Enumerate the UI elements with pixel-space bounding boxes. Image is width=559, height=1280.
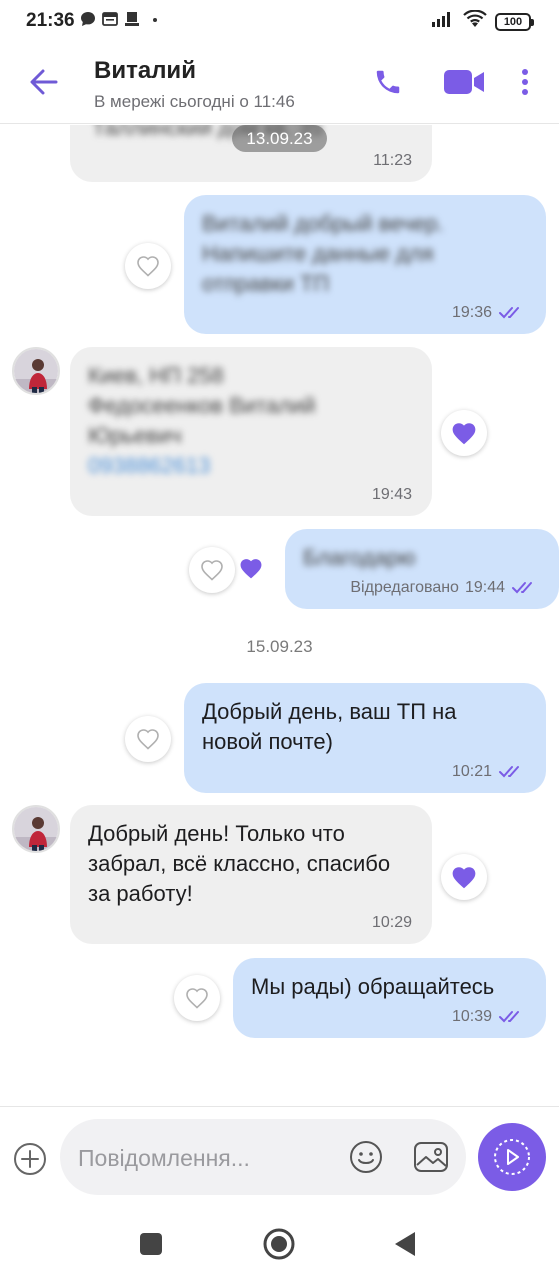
home-button[interactable]	[259, 1224, 299, 1264]
video-call-button[interactable]	[440, 62, 488, 102]
signal-icon	[431, 10, 455, 33]
double-check-icon	[499, 307, 519, 319]
heart-outline-icon	[137, 729, 159, 750]
system-nav-bar	[0, 1206, 559, 1280]
message-time: 11:23	[373, 152, 412, 169]
avatar-image	[14, 807, 58, 851]
home-circle-icon	[263, 1228, 295, 1260]
call-button[interactable]	[366, 62, 410, 102]
message-text: Добрый день, ваш ТП на новой почте)	[202, 699, 457, 754]
message-time: 19:43	[371, 486, 412, 503]
like-button-active[interactable]	[441, 410, 487, 456]
phone-link[interactable]: 0938862613	[88, 451, 414, 481]
presence-status: В мережі сьогодні о 11:46	[94, 92, 295, 111]
heart-outline-icon	[186, 988, 208, 1009]
message-time: 10:39	[451, 1008, 492, 1025]
heart-outline-icon	[201, 560, 223, 581]
message-bubble-outgoing[interactable]: Благодарю Відредаговано 19:44	[285, 529, 559, 609]
message-list[interactable]: Таллинский дом кв. 35 11:23 13.09.23 Вит…	[0, 125, 559, 1105]
date-separator: 15.09.23	[246, 637, 313, 656]
arrow-left-icon	[30, 69, 58, 95]
heart-filled-icon	[240, 558, 262, 578]
message-field[interactable]	[60, 1119, 466, 1195]
message-time: 10:29	[371, 914, 412, 931]
back-button[interactable]	[24, 62, 64, 102]
status-bar: 21:36 100	[0, 0, 559, 42]
message-time: 10:21	[451, 763, 492, 780]
recent-apps-button[interactable]	[131, 1224, 171, 1264]
chat-bubble-icon	[80, 11, 96, 32]
avatar[interactable]	[12, 805, 60, 853]
double-check-icon	[499, 766, 519, 778]
square-icon	[140, 1233, 162, 1255]
message-time: 19:44	[464, 579, 505, 596]
plus-circle-icon	[14, 1143, 46, 1175]
message-text: Благодарю	[303, 545, 416, 570]
composer-bar	[0, 1106, 559, 1206]
gallery-button[interactable]	[412, 1139, 450, 1175]
avatar-image	[14, 349, 58, 393]
reaction-badge	[234, 551, 268, 585]
notification-dot-icon	[146, 12, 160, 31]
play-circle-icon	[494, 1139, 530, 1175]
date-separator-floating: 13.09.23	[0, 125, 559, 152]
like-button[interactable]	[125, 243, 171, 289]
message-line: Федосеенков Виталий	[88, 393, 316, 418]
chat-header: Виталий В мережі сьогодні о 11:46	[0, 42, 559, 124]
heart-outline-icon	[137, 256, 159, 277]
battery-icon: 100	[495, 12, 534, 31]
message-line: Юрьевич	[88, 423, 182, 448]
message-bubble-incoming[interactable]: Добрый день! Только что забрал, всё клас…	[70, 805, 432, 944]
message-bubble-incoming[interactable]: Киев, НП 258 Федосеенков Виталий Юрьевич…	[70, 347, 432, 516]
desktop-icon	[124, 11, 140, 32]
like-button[interactable]	[125, 716, 171, 762]
status-time: 21:36	[26, 10, 75, 31]
smiley-icon	[350, 1141, 382, 1173]
more-options-button[interactable]	[510, 62, 540, 102]
attach-button[interactable]	[12, 1141, 48, 1177]
image-icon	[414, 1142, 448, 1172]
double-check-icon	[499, 1011, 519, 1023]
message-line: Киев, НП 258	[88, 363, 224, 388]
message-text: Мы рады) обращайтесь	[251, 974, 495, 999]
video-camera-icon	[444, 70, 484, 94]
more-vertical-icon	[522, 69, 528, 95]
send-voice-button[interactable]	[478, 1123, 546, 1191]
message-bubble-outgoing[interactable]: Виталий добрый вечер. Напишите данные дл…	[184, 195, 546, 334]
like-button[interactable]	[189, 547, 235, 593]
triangle-back-icon	[395, 1232, 415, 1256]
double-check-icon	[512, 582, 532, 594]
message-bubble-outgoing[interactable]: Мы рады) обращайтесь 10:39	[233, 958, 546, 1038]
wifi-icon	[463, 9, 487, 33]
message-input[interactable]	[78, 1141, 338, 1175]
like-button[interactable]	[174, 975, 220, 1021]
like-button-active[interactable]	[441, 854, 487, 900]
message-bubble-outgoing[interactable]: Добрый день, ваш ТП на новой почте) 10:2…	[184, 683, 546, 793]
heart-filled-icon	[452, 422, 476, 444]
back-nav-button[interactable]	[385, 1224, 425, 1264]
message-text: Добрый день! Только что забрал, всё клас…	[88, 821, 391, 906]
heart-filled-icon	[452, 866, 476, 888]
message-time: 19:36	[451, 304, 492, 321]
message-text: Виталий добрый вечер. Напишите данные дл…	[202, 211, 444, 296]
contact-name[interactable]: Виталий	[94, 57, 196, 85]
phone-icon	[376, 70, 400, 94]
calendar-icon	[102, 11, 118, 32]
edited-label: Відредаговано	[350, 579, 459, 596]
emoji-button[interactable]	[348, 1139, 384, 1175]
avatar[interactable]	[12, 347, 60, 395]
